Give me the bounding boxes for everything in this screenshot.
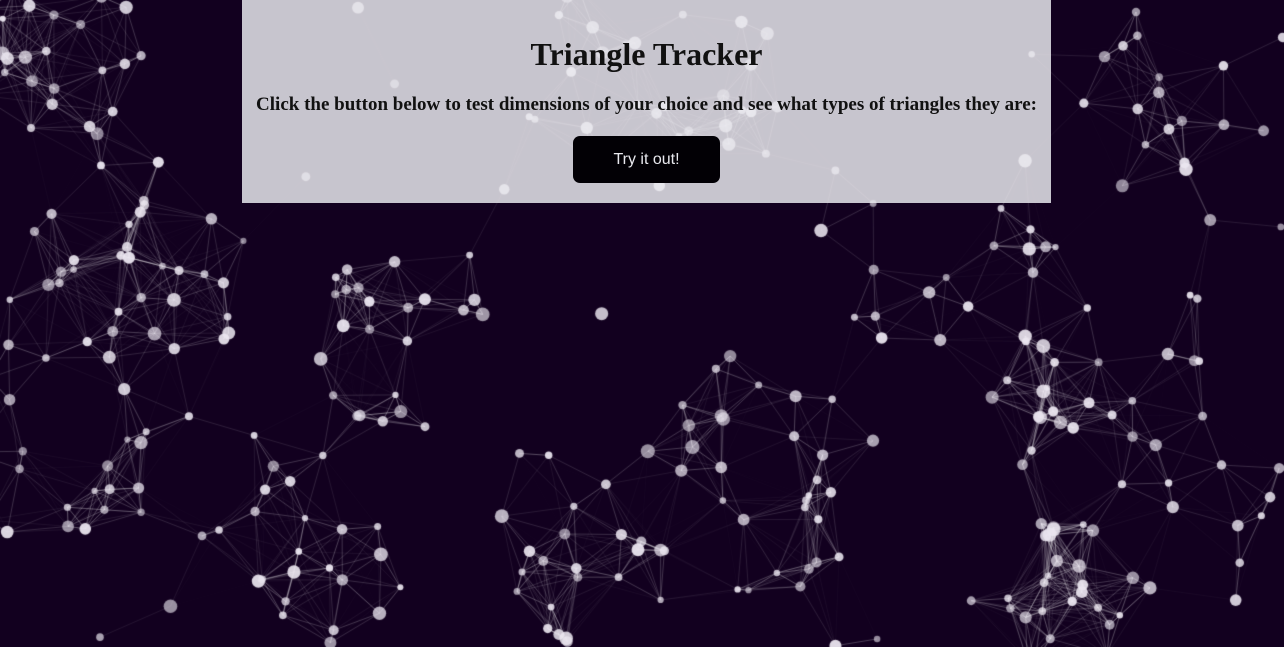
- intro-panel: Triangle Tracker Click the button below …: [242, 0, 1051, 203]
- instructions-text: Click the button below to test dimension…: [256, 94, 1037, 115]
- try-it-out-button[interactable]: Try it out!: [573, 136, 720, 183]
- page-title: Triangle Tracker: [530, 36, 763, 72]
